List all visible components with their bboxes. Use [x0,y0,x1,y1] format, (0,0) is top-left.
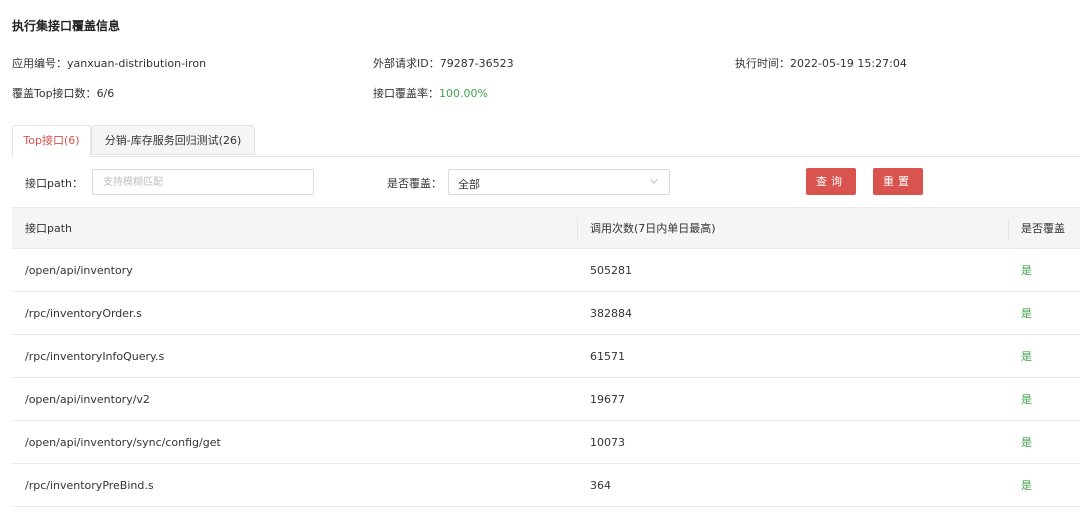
query-button[interactable]: 查询 [806,168,856,195]
top-count-label: 覆盖Top接口数： [12,87,97,100]
row-path: /rpc/inventoryInfoQuery.s [25,349,165,363]
row-path: /open/api/inventory/sync/config/get [25,435,221,449]
table-row: /open/api/inventory/v2 19677 是 [12,378,1080,421]
row-covered: 是 [1021,393,1032,406]
table-row: /rpc/inventoryPreBind.s 364 是 [12,464,1080,507]
top-count-info: 覆盖Top接口数：6/6 [12,85,114,101]
reset-button[interactable]: 重置 [873,168,923,195]
external-request-label: 外部请求ID： [373,57,440,70]
row-covered: 是 [1021,436,1032,449]
row-calls: 61571 [590,349,625,363]
column-header-path: 接口path [25,222,73,235]
covered-select-value: 全部 [458,178,480,191]
table-row: /rpc/inventoryInfoQuery.s 61571 是 [12,335,1080,378]
column-header-covered: 是否覆盖 [1021,222,1065,235]
row-calls: 364 [590,478,611,492]
path-search-input[interactable] [92,169,314,195]
coverage-label: 接口覆盖率： [373,87,439,100]
app-id-info: 应用编号：yanxuan-distribution-iron [12,55,206,71]
external-request-value: 79287-36523 [439,57,514,70]
chevron-down-icon [650,179,658,184]
column-divider [577,218,578,240]
top-count-value: 6/6 [96,87,115,100]
column-header-calls: 调用次数(7日内单日最高) [590,222,716,235]
table-header: 接口path 调用次数(7日内单日最高) 是否覆盖 [12,207,1080,249]
table-row: /open/api/inventory/sync/config/get 1007… [12,421,1080,464]
coverage-info: 接口覆盖率：100.00% [373,85,488,101]
row-path: /rpc/inventoryPreBind.s [25,478,154,492]
row-covered: 是 [1021,264,1032,277]
row-calls: 19677 [590,392,625,406]
row-calls: 10073 [590,435,625,449]
coverage-value: 100.00% [439,87,488,100]
tab-bar: Top接口(6) 分销-库存服务回归测试(26) [12,125,1080,157]
row-covered: 是 [1021,350,1032,363]
column-divider [1008,218,1009,240]
row-calls: 505281 [590,263,632,277]
external-request-info: 外部请求ID：79287-36523 [373,55,514,71]
tab-top-interfaces[interactable]: Top接口(6) [12,125,91,157]
exec-time-value: 2022-05-19 15:27:04 [790,57,907,70]
coverage-table: 接口path 调用次数(7日内单日最高) 是否覆盖 /open/api/inve… [12,207,1080,507]
tab-regression-test[interactable]: 分销-库存服务回归测试(26) [91,125,255,155]
row-path: /open/api/inventory/v2 [25,392,150,406]
row-calls: 382884 [590,306,632,320]
row-path: /open/api/inventory [25,263,133,277]
table-row: /open/api/inventory 505281 是 [12,249,1080,292]
app-id-value: yanxuan-distribution-iron [67,57,207,70]
path-filter-label: 接口path： [25,177,84,190]
exec-time-info: 执行时间：2022-05-19 15:27:04 [735,55,907,71]
row-path: /rpc/inventoryOrder.s [25,306,142,320]
row-covered: 是 [1021,479,1032,492]
exec-time-label: 执行时间： [735,57,790,70]
page-title: 执行集接口覆盖信息 [12,19,121,33]
row-covered: 是 [1021,307,1032,320]
covered-filter-label: 是否覆盖： [387,177,442,190]
table-row: /rpc/inventoryOrder.s 382884 是 [12,292,1080,335]
app-id-label: 应用编号： [12,57,67,70]
covered-select[interactable]: 全部 [448,169,670,195]
